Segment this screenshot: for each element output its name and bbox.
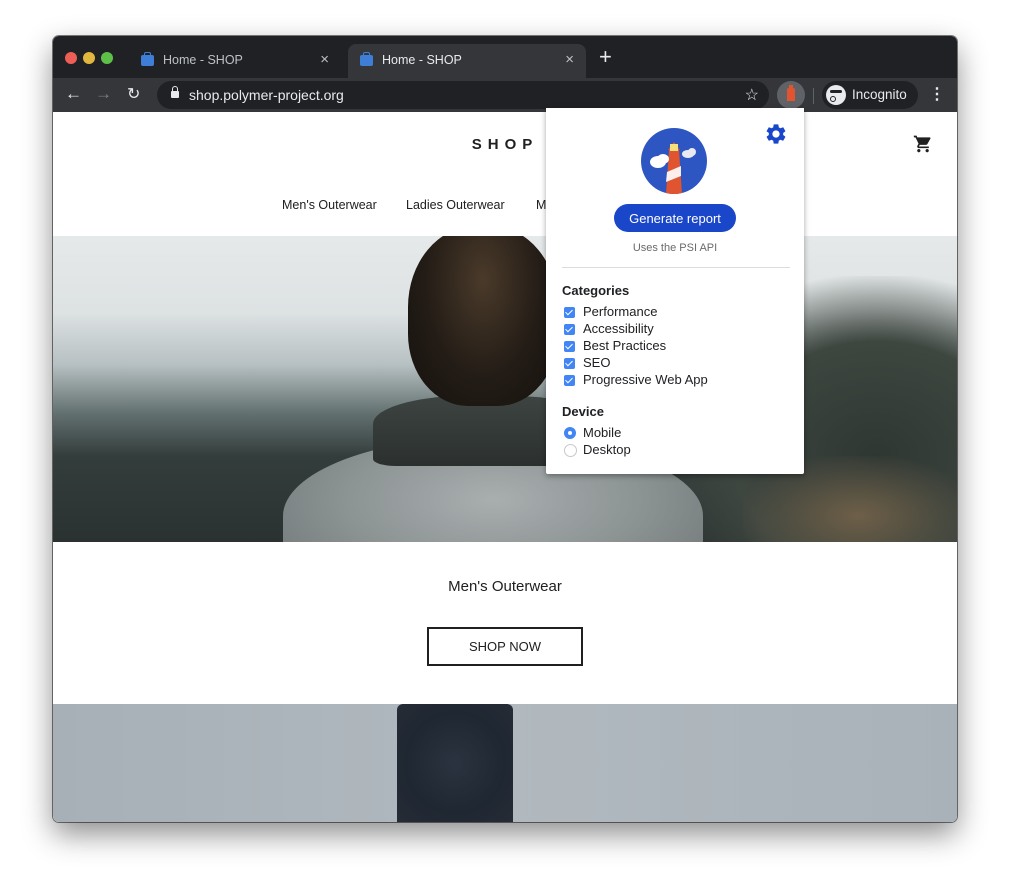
url-text[interactable]: shop.polymer-project.org	[189, 87, 344, 103]
category-label: Best Practices	[583, 338, 667, 353]
checkbox-checked-icon[interactable]	[564, 375, 575, 386]
checkbox-checked-icon[interactable]	[564, 324, 575, 335]
shop-now-button[interactable]: SHOP NOW	[427, 627, 583, 666]
psi-api-note: Uses the PSI API	[632, 242, 718, 254]
new-tab-button[interactable]: +	[599, 46, 612, 68]
shopping-bag-icon	[141, 52, 154, 66]
popup-divider	[562, 267, 790, 268]
web-page: SHOP Men's Outerwear Ladies Outerwear M …	[53, 112, 957, 822]
tab-home-shop-2[interactable]: Home - SHOP ×	[348, 44, 586, 78]
incognito-profile-button[interactable]: Incognito	[822, 81, 918, 109]
device-heading: Device	[562, 404, 604, 419]
toolbar: ← → ↻ shop.polymer-project.org ☆ Incogni…	[53, 78, 957, 112]
radio-unselected-icon[interactable]	[564, 444, 577, 457]
tab-home-shop-1[interactable]: Home - SHOP ×	[129, 44, 341, 78]
category-label: SEO	[583, 355, 611, 370]
lighthouse-extension-button[interactable]	[777, 81, 805, 109]
incognito-label: Incognito	[852, 87, 907, 102]
window-close-button[interactable]	[65, 52, 77, 64]
hero2-figure	[397, 704, 513, 822]
nav-link-mens-outerwear[interactable]: Men's Outerwear	[282, 198, 377, 212]
checkbox-checked-icon[interactable]	[564, 341, 575, 352]
nav-link-mens-tshirts[interactable]: M	[536, 198, 546, 212]
incognito-icon	[826, 85, 846, 105]
shopping-bag-icon	[360, 52, 373, 66]
window-maximize-button[interactable]	[101, 52, 113, 64]
settings-gear-icon[interactable]	[764, 122, 788, 146]
shopping-cart-icon[interactable]	[913, 134, 933, 154]
categories-heading: Categories	[562, 283, 630, 298]
promo-title: Men's Outerwear	[448, 578, 562, 595]
radio-selected-icon[interactable]	[564, 427, 576, 439]
lock-icon	[171, 86, 179, 98]
generate-report-button[interactable]: Generate report	[614, 204, 736, 232]
browser-window: Home - SHOP × Home - SHOP × + ← → ↻ shop…	[53, 36, 957, 822]
back-button[interactable]: ←	[65, 84, 82, 104]
reload-button[interactable]: ↻	[127, 84, 140, 104]
hero-head	[408, 236, 558, 406]
window-minimize-button[interactable]	[83, 52, 95, 64]
category-label: Accessibility	[583, 321, 654, 336]
device-label: Desktop	[583, 442, 631, 457]
tab-title: Home - SHOP	[163, 53, 243, 67]
device-label: Mobile	[583, 425, 622, 440]
tab-strip: Home - SHOP × Home - SHOP × +	[53, 36, 957, 78]
tab-close-icon[interactable]: ×	[565, 51, 574, 68]
lighthouse-logo	[641, 128, 707, 194]
checkbox-checked-icon[interactable]	[564, 307, 575, 318]
shop-logo[interactable]: SHOP	[53, 136, 957, 153]
checkbox-checked-icon[interactable]	[564, 358, 575, 369]
lighthouse-icon	[787, 85, 795, 101]
more-menu-icon[interactable]: ⋮	[929, 84, 945, 104]
lighthouse-popup: Generate report Uses the PSI API Categor…	[546, 108, 804, 474]
toolbar-divider	[813, 88, 814, 104]
forward-button[interactable]: →	[95, 84, 112, 104]
nav-link-ladies-outerwear[interactable]: Ladies Outerwear	[406, 198, 505, 212]
bookmark-star-icon[interactable]: ☆	[745, 85, 759, 105]
lighthouse-logo-graphic	[650, 142, 696, 194]
hero-image-mens-outerwear[interactable]	[53, 236, 957, 542]
category-label: Performance	[583, 304, 658, 319]
hero-image-ladies-outerwear[interactable]	[53, 704, 957, 822]
category-nav: Men's Outerwear Ladies Outerwear M	[53, 198, 957, 218]
tab-close-icon[interactable]: ×	[320, 51, 329, 68]
category-label: Progressive Web App	[583, 372, 708, 387]
address-bar[interactable]: shop.polymer-project.org ☆	[157, 81, 769, 109]
tab-title: Home - SHOP	[382, 53, 462, 67]
